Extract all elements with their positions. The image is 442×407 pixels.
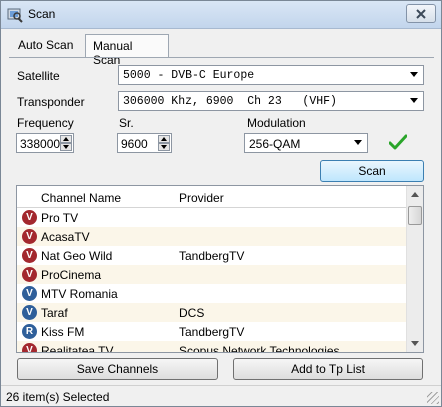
resize-grip-icon[interactable] (427, 392, 439, 404)
channel-name: Nat Geo Wild (41, 249, 113, 263)
red-v-icon: V (22, 248, 37, 263)
frequency-stepper[interactable]: 338000 (16, 133, 74, 153)
channel-name: Taraf (41, 306, 68, 320)
sr-stepper[interactable]: 9600 (117, 133, 172, 153)
list-item[interactable]: V Taraf DCS (17, 303, 407, 322)
red-v-icon: V (22, 343, 37, 352)
frequency-label: Frequency (17, 116, 74, 130)
scan-window: Scan Auto Scan Manual Scan Satellite 500… (0, 0, 442, 407)
channel-provider: Scopus Network Technologies (179, 344, 340, 353)
transponder-value: 306000 Khz, 6900 Ch 23 (VHF) (123, 95, 337, 108)
sr-label: Sr. (119, 116, 134, 130)
scroll-down-icon[interactable] (411, 341, 419, 346)
satellite-select[interactable]: 5000 - DVB-C Europe (118, 65, 424, 85)
chevron-down-icon (410, 72, 418, 77)
frequency-spin-buttons[interactable] (60, 135, 72, 151)
title-bar[interactable]: Scan (1, 1, 441, 29)
channel-list[interactable]: Channel Name Provider V Pro TV V AcasaTV V Na… (16, 185, 424, 353)
frequency-value: 338000 (20, 137, 61, 151)
red-v-icon: V (22, 267, 37, 282)
modulation-select[interactable]: 256-QAM (244, 133, 368, 153)
list-item[interactable]: V Pro TV (17, 208, 407, 227)
list-item[interactable]: V ProCinema (17, 265, 407, 284)
vertical-scrollbar[interactable] (406, 186, 423, 352)
blue-v-icon: V (22, 305, 37, 320)
modulation-label: Modulation (247, 116, 306, 130)
channel-name: Kiss FM (41, 325, 85, 339)
spin-down-icon[interactable] (60, 143, 72, 151)
close-button[interactable] (406, 4, 436, 23)
list-item[interactable]: R Kiss FM TandbergTV (17, 322, 407, 341)
save-channels-button[interactable]: Save Channels (17, 358, 218, 380)
sr-value: 9600 (121, 137, 148, 151)
channel-name: MTV Romania (41, 287, 118, 301)
scroll-up-icon[interactable] (411, 192, 419, 197)
list-item[interactable]: V Realitatea TV Scopus Network Technologie… (17, 341, 407, 353)
column-header-channel-name[interactable]: Channel Name (41, 191, 121, 205)
blue-v-icon: V (22, 286, 37, 301)
spin-up-icon[interactable] (158, 135, 170, 143)
close-icon (416, 8, 426, 19)
scan-app-icon (7, 8, 23, 23)
sr-spin-buttons[interactable] (158, 135, 170, 151)
spin-down-icon[interactable] (158, 143, 170, 151)
spin-up-icon[interactable] (60, 135, 72, 143)
channel-name: ProCinema (41, 268, 102, 282)
channel-name: AcasaTV (41, 230, 90, 244)
status-bar: 26 item(s) Selected (1, 385, 441, 406)
list-header: Channel Name Provider (17, 186, 407, 208)
modulation-value: 256-QAM (249, 137, 301, 151)
scan-button[interactable]: Scan (320, 160, 424, 182)
channel-provider: TandbergTV (179, 325, 245, 339)
channel-provider: TandbergTV (179, 249, 245, 263)
red-v-icon: V (22, 229, 37, 244)
transponder-select[interactable]: 306000 Khz, 6900 Ch 23 (VHF) (118, 91, 424, 111)
list-item[interactable]: V Nat Geo Wild TandbergTV (17, 246, 407, 265)
channel-name: Realitatea TV (41, 344, 114, 353)
chevron-down-icon (354, 140, 362, 145)
transponder-label: Transponder (17, 95, 85, 109)
tab-divider (9, 57, 434, 58)
list-item[interactable]: V MTV Romania (17, 284, 407, 303)
checkmark-icon (389, 134, 407, 150)
add-to-tp-list-button[interactable]: Add to Tp List (233, 358, 423, 380)
channel-name: Pro TV (41, 211, 79, 225)
red-v-icon: V (22, 210, 37, 225)
tab-manual-scan[interactable]: Manual Scan (85, 34, 169, 67)
column-header-provider[interactable]: Provider (179, 191, 224, 205)
channel-provider: DCS (179, 306, 205, 320)
satellite-value: 5000 - DVB-C Europe (123, 69, 255, 82)
scrollbar-thumb[interactable] (408, 206, 422, 225)
window-title: Scan (28, 7, 56, 21)
chevron-down-icon (410, 98, 418, 103)
blue-r-icon: R (22, 324, 37, 339)
satellite-label: Satellite (17, 69, 60, 83)
list-item[interactable]: V AcasaTV (17, 227, 407, 246)
tab-auto-scan[interactable]: Auto Scan (11, 34, 81, 58)
status-text: 26 item(s) Selected (6, 390, 110, 404)
